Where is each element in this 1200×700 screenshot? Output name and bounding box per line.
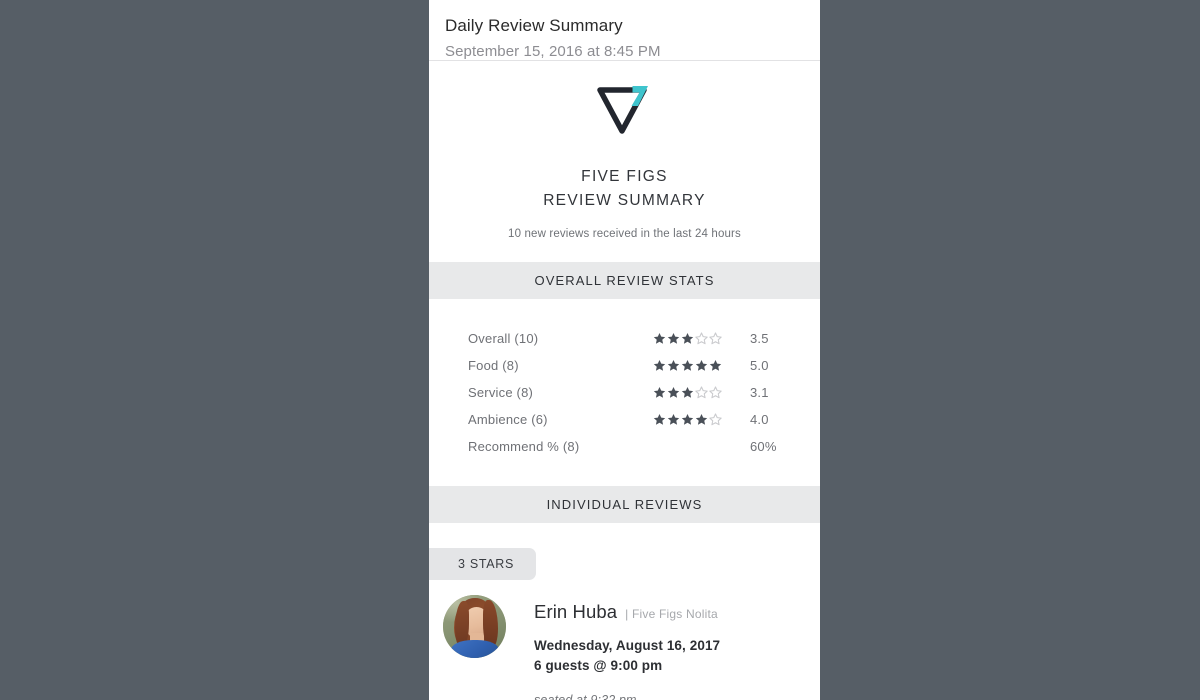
stat-label: Recommend % (8) bbox=[468, 439, 580, 455]
email-date: September 15, 2016 at 8:45 PM bbox=[445, 42, 661, 60]
stat-label: Ambience (6) bbox=[468, 412, 548, 428]
email-header: Daily Review Summary September 15, 2016 … bbox=[429, 0, 820, 61]
star-filled-icon bbox=[653, 387, 666, 398]
stat-value: 5.0 bbox=[750, 358, 769, 374]
star-filled-icon bbox=[653, 360, 666, 371]
star-filled-icon bbox=[681, 333, 694, 344]
stat-label: Overall (10) bbox=[468, 331, 539, 347]
star-filled-icon bbox=[653, 414, 666, 425]
stat-star-rating bbox=[653, 386, 736, 399]
stat-row: Food (8) 5.0 bbox=[429, 352, 820, 379]
reviewer-name: Erin Huba bbox=[534, 601, 618, 623]
star-empty-icon bbox=[709, 413, 722, 426]
section-header-individual-reviews-label: INDIVIDUAL REVIEWS bbox=[546, 497, 703, 513]
stat-value: 3.5 bbox=[750, 331, 769, 347]
star-filled-icon bbox=[695, 360, 708, 371]
reviewer-line: Erin Huba | Five Figs Nolita bbox=[534, 601, 820, 623]
overall-stats-list: Overall (10) 3.5 Food (8) 5.0 Service (8) 3.1… bbox=[429, 299, 820, 486]
section-header-overall-stats: OVERALL REVIEW STATS bbox=[429, 262, 820, 300]
reviews-list: 3 STARS Erin Huba | Five Figs Nolita Wed… bbox=[429, 523, 820, 700]
review-seated-time: seated at 9:32 pm bbox=[534, 693, 820, 700]
star-filled-icon bbox=[667, 360, 680, 371]
avatar-clothing bbox=[451, 640, 499, 659]
email-subject: Daily Review Summary bbox=[445, 16, 623, 35]
reviewer-avatar bbox=[443, 595, 506, 659]
star-filled-icon bbox=[709, 360, 722, 371]
star-filled-icon bbox=[653, 333, 666, 344]
review-reservation-date: Wednesday, August 16, 2017 bbox=[534, 638, 721, 654]
star-filled-icon bbox=[681, 360, 694, 371]
stat-value: 3.1 bbox=[750, 385, 769, 401]
venga-logo-icon bbox=[596, 86, 648, 134]
brand-title-line-2: REVIEW SUMMARY bbox=[543, 191, 706, 209]
review-body: Erin Huba | Five Figs Nolita Wednesday, … bbox=[506, 595, 820, 700]
review-party-size: 6 guests @ 9:00 pm bbox=[534, 658, 663, 674]
review-rating-badge: 3 STARS bbox=[429, 548, 537, 581]
star-empty-icon bbox=[695, 386, 708, 399]
stat-row: Ambience (6) 4.0 bbox=[429, 406, 820, 433]
stat-row: Recommend % (8) 60% bbox=[429, 433, 820, 460]
reviewer-venue: | Five Figs Nolita bbox=[625, 607, 718, 622]
star-empty-icon bbox=[709, 386, 722, 399]
star-filled-icon bbox=[681, 414, 694, 425]
email-panel: Daily Review Summary September 15, 2016 … bbox=[429, 0, 820, 700]
star-empty-icon bbox=[695, 332, 708, 345]
stat-star-rating bbox=[653, 413, 736, 426]
star-filled-icon bbox=[667, 387, 680, 398]
star-empty-icon bbox=[709, 332, 722, 345]
section-header-individual-reviews: INDIVIDUAL REVIEWS bbox=[429, 486, 820, 524]
stat-row: Overall (10) 3.5 bbox=[429, 325, 820, 352]
stat-star-rating bbox=[653, 359, 736, 372]
stat-star-rating bbox=[653, 332, 736, 345]
star-filled-icon bbox=[667, 414, 680, 425]
brand-block: FIVE FIGS REVIEW SUMMARY 10 new reviews … bbox=[429, 61, 820, 262]
screen: Daily Review Summary September 15, 2016 … bbox=[0, 0, 1200, 700]
stat-label: Food (8) bbox=[468, 358, 519, 374]
star-filled-icon bbox=[695, 414, 708, 425]
star-filled-icon bbox=[667, 333, 680, 344]
review-item: Erin Huba | Five Figs Nolita Wednesday, … bbox=[429, 580, 820, 700]
stat-row: Service (8) 3.1 bbox=[429, 379, 820, 406]
brand-title-line-1: FIVE FIGS bbox=[581, 168, 668, 185]
star-filled-icon bbox=[681, 387, 694, 398]
brand-subtitle: 10 new reviews received in the last 24 h… bbox=[508, 228, 741, 241]
stat-value: 60% bbox=[750, 439, 777, 455]
section-header-overall-stats-label: OVERALL REVIEW STATS bbox=[534, 273, 715, 289]
stat-value: 4.0 bbox=[750, 412, 769, 428]
brand-title: FIVE FIGS REVIEW SUMMARY bbox=[429, 165, 820, 212]
stat-label: Service (8) bbox=[468, 385, 534, 401]
